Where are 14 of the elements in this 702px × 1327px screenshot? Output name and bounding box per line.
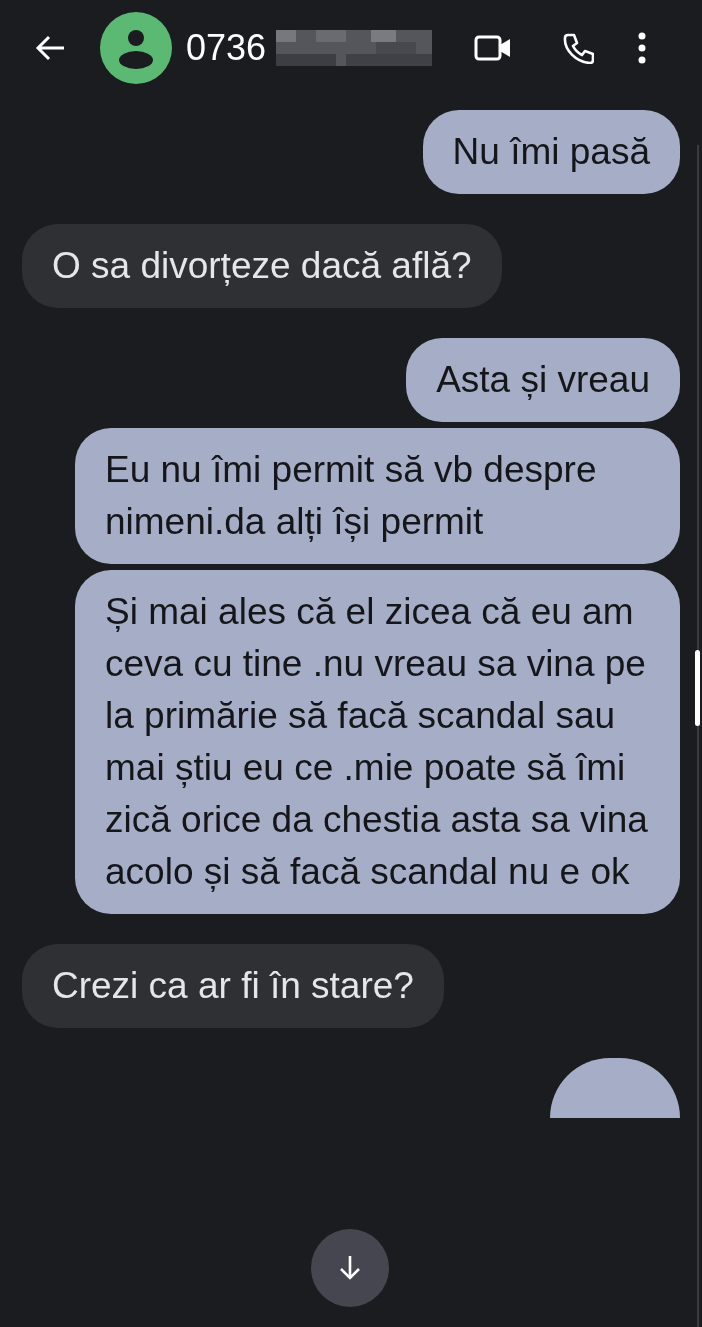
message-bubble: Eu nu îmi permit să vb despre nimeni.da alți își permit [75, 428, 680, 564]
message-bubble: Crezi ca ar fi în stare? [22, 944, 444, 1028]
back-arrow-icon[interactable] [34, 34, 66, 62]
message-bubble: Asta și vreau [406, 338, 680, 422]
scrollbar-thumb[interactable] [695, 650, 700, 726]
avatar-icon [100, 12, 172, 84]
down-arrow-icon [338, 1255, 362, 1281]
contact-number: 0736 [186, 27, 267, 69]
video-call-icon[interactable] [474, 34, 513, 62]
phone-icon[interactable] [562, 32, 595, 64]
message-bubble: Și mai ales că el zicea că eu am ceva cu tine .nu vreau sa vina pe la primărie să facă scandal sau mai știu eu ce .mie poate să îmi zică orice da chestia asta sa vina acolo și să facă scandal nu e ok [75, 570, 680, 914]
more-options-icon[interactable] [638, 32, 647, 64]
message-bubble: Nu îmi pasă [422, 110, 680, 194]
message-bubble: O sa divorțeze dacă află? [22, 224, 502, 308]
